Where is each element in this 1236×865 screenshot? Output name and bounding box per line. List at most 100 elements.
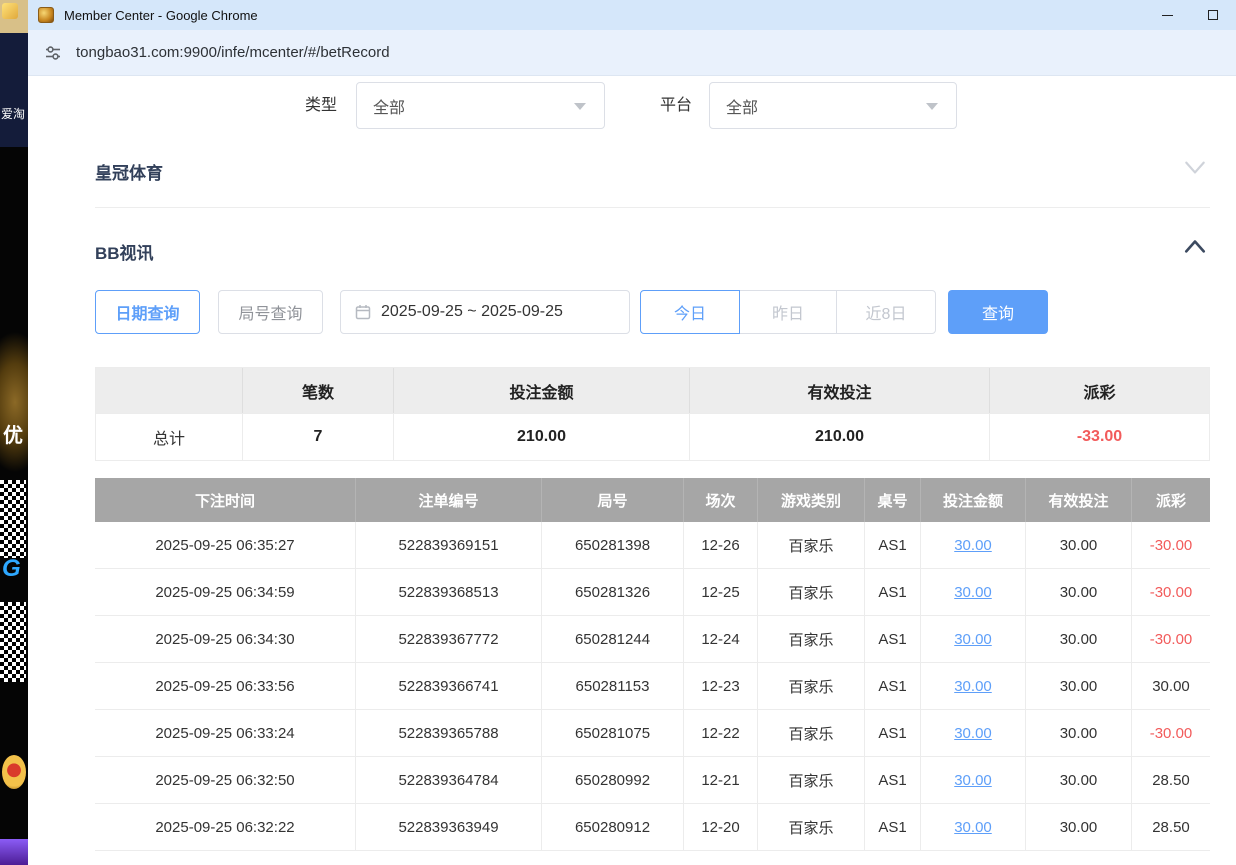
- background-app-icon: [2, 3, 18, 19]
- column-header: 投注金额: [921, 478, 1026, 522]
- column-header: 注单编号: [356, 478, 542, 522]
- session-cell: 12-24: [684, 616, 758, 662]
- last-8-days-button[interactable]: 近8日: [836, 290, 936, 334]
- chevron-down-icon[interactable]: [1183, 155, 1207, 179]
- query-bar: 日期查询 局号查询 2025-09-25 ~ 2025-09-25 今日 昨日 …: [28, 290, 1236, 334]
- summary-column-header: 派彩: [990, 368, 1209, 413]
- minimize-button[interactable]: [1144, 0, 1190, 30]
- table-number-cell: AS1: [865, 804, 921, 850]
- bet-amount-link[interactable]: 30.00: [954, 631, 992, 648]
- bet-time-cell: 2025-09-25 06:32:22: [95, 804, 356, 850]
- column-header: 场次: [684, 478, 758, 522]
- bet-time-cell: 2025-09-25 06:32:50: [95, 757, 356, 803]
- round-number-cell: 650281075: [542, 710, 684, 756]
- bet-time-cell: 2025-09-25 06:34:30: [95, 616, 356, 662]
- table-number-cell: AS1: [865, 569, 921, 615]
- desktop-background-strip: 爱淘 优 G: [0, 0, 28, 865]
- valid-bet-cell: 30.00: [1026, 569, 1132, 615]
- bet-time-cell: 2025-09-25 06:34:59: [95, 569, 356, 615]
- date-range-input[interactable]: 2025-09-25 ~ 2025-09-25: [340, 290, 630, 334]
- platform-filter-label: 平台: [660, 82, 692, 129]
- bet-amount-cell: 30.00: [921, 663, 1026, 709]
- bet-id-cell: 522839364784: [356, 757, 542, 803]
- column-header: 局号: [542, 478, 684, 522]
- qr-code-image: [0, 480, 26, 558]
- payout-cell: 30.00: [1132, 663, 1210, 709]
- bet-id-cell: 522839369151: [356, 522, 542, 568]
- payout-cell: 28.50: [1132, 757, 1210, 803]
- bet-amount-link[interactable]: 30.00: [954, 819, 992, 836]
- table-row: 2025-09-25 06:32:50522839364784650280992…: [95, 757, 1210, 804]
- valid-bet-cell: 30.00: [1026, 616, 1132, 662]
- summary-bet-amount: 210.00: [394, 414, 690, 460]
- round-query-button[interactable]: 局号查询: [218, 290, 323, 334]
- game-type-cell: 百家乐: [758, 757, 865, 803]
- bet-id-cell: 522839366741: [356, 663, 542, 709]
- session-cell: 12-20: [684, 804, 758, 850]
- type-select[interactable]: 全部: [356, 82, 605, 129]
- table-number-cell: AS1: [865, 616, 921, 662]
- bet-amount-cell: 30.00: [921, 757, 1026, 803]
- summary-table: 笔数投注金额有效投注派彩 总计 7 210.00 210.00 -33.00: [95, 367, 1210, 461]
- platform-select[interactable]: 全部: [709, 82, 957, 129]
- chevron-up-icon[interactable]: [1183, 235, 1207, 259]
- background-gold-badge: [2, 755, 26, 789]
- table-row: 2025-09-25 06:33:56522839366741650281153…: [95, 663, 1210, 710]
- table-row: 2025-09-25 06:34:30522839367772650281244…: [95, 616, 1210, 663]
- bet-id-cell: 522839367772: [356, 616, 542, 662]
- bet-amount-link[interactable]: 30.00: [954, 678, 992, 695]
- bet-amount-link[interactable]: 30.00: [954, 725, 992, 742]
- table-row: 2025-09-25 06:35:27522839369151650281398…: [95, 522, 1210, 569]
- table-row: 2025-09-25 06:32:22522839363949650280912…: [95, 804, 1210, 851]
- search-button[interactable]: 查询: [948, 290, 1048, 334]
- section-title-bb-video: BB视讯: [95, 239, 154, 264]
- background-text: G: [2, 555, 21, 583]
- quick-date-group: 今日 昨日 近8日: [640, 290, 936, 334]
- browser-toolbar: tongbao31.com:9900/infe/mcenter/#/betRec…: [28, 30, 1236, 76]
- valid-bet-cell: 30.00: [1026, 710, 1132, 756]
- column-header: 游戏类别: [758, 478, 865, 522]
- summary-column-header: 投注金额: [394, 368, 690, 413]
- bet-amount-cell: 30.00: [921, 616, 1026, 662]
- address-bar[interactable]: tongbao31.com:9900/infe/mcenter/#/betRec…: [76, 44, 390, 61]
- round-number-cell: 650280992: [542, 757, 684, 803]
- background-text: 爱淘: [1, 105, 25, 122]
- bet-id-cell: 522839368513: [356, 569, 542, 615]
- summary-total-label: 总计: [96, 414, 243, 460]
- game-type-cell: 百家乐: [758, 616, 865, 662]
- bet-amount-link[interactable]: 30.00: [954, 772, 992, 789]
- type-filter-label: 类型: [305, 82, 337, 129]
- summary-column-header: [96, 368, 243, 413]
- qr-code-image: [0, 602, 26, 682]
- game-type-cell: 百家乐: [758, 663, 865, 709]
- date-query-button[interactable]: 日期查询: [95, 290, 200, 334]
- maximize-button[interactable]: [1190, 0, 1236, 30]
- background-purple-art: [0, 839, 28, 865]
- valid-bet-cell: 30.00: [1026, 804, 1132, 850]
- today-button[interactable]: 今日: [640, 290, 740, 334]
- bet-time-cell: 2025-09-25 06:33:24: [95, 710, 356, 756]
- round-number-cell: 650281244: [542, 616, 684, 662]
- bet-id-cell: 522839363949: [356, 804, 542, 850]
- payout-cell: -30.00: [1132, 616, 1210, 662]
- table-number-cell: AS1: [865, 522, 921, 568]
- section-divider: [95, 207, 1210, 208]
- payout-cell: 28.50: [1132, 804, 1210, 850]
- yesterday-button[interactable]: 昨日: [739, 290, 837, 334]
- column-header: 桌号: [865, 478, 921, 522]
- payout-cell: -30.00: [1132, 569, 1210, 615]
- bet-amount-cell: 30.00: [921, 569, 1026, 615]
- background-window-fragment: 爱淘: [0, 33, 28, 147]
- bet-amount-link[interactable]: 30.00: [954, 537, 992, 554]
- bet-amount-link[interactable]: 30.00: [954, 584, 992, 601]
- game-type-cell: 百家乐: [758, 522, 865, 568]
- background-window-fragment: [0, 0, 28, 33]
- summary-valid-bet: 210.00: [690, 414, 990, 460]
- session-cell: 12-25: [684, 569, 758, 615]
- session-cell: 12-23: [684, 663, 758, 709]
- background-text: 优: [3, 419, 23, 448]
- site-settings-icon[interactable]: [44, 44, 62, 62]
- table-row: 2025-09-25 06:34:59522839368513650281326…: [95, 569, 1210, 616]
- date-range-value: 2025-09-25 ~ 2025-09-25: [381, 303, 563, 321]
- table-number-cell: AS1: [865, 710, 921, 756]
